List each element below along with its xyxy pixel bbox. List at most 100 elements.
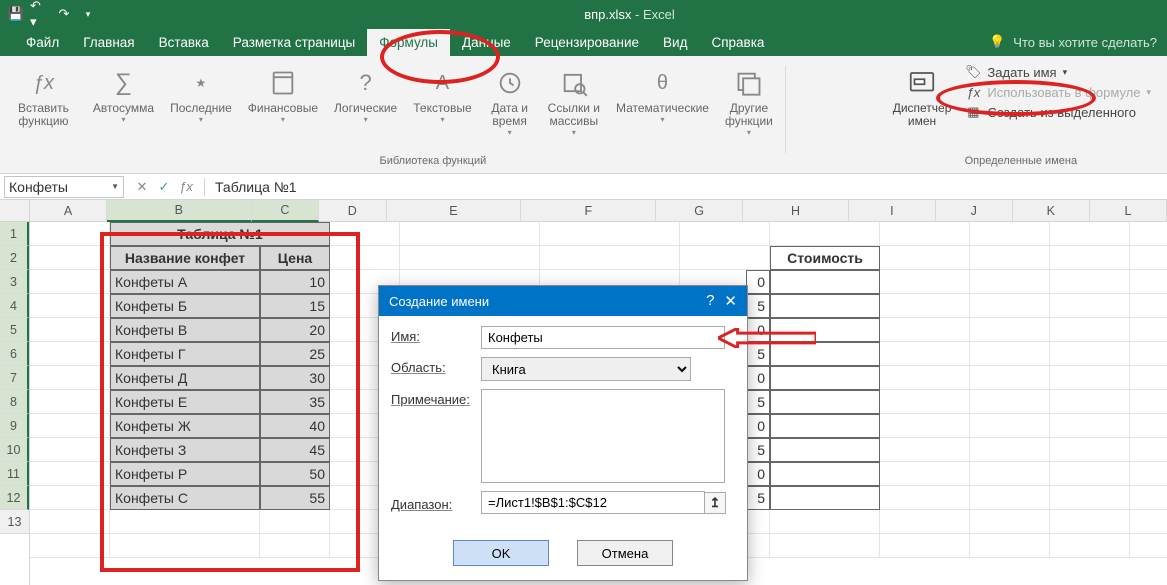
- row-header-2[interactable]: 2: [0, 246, 29, 270]
- define-name-button[interactable]: 🏷 Задать имя ▾: [965, 64, 1151, 80]
- cell-A6[interactable]: [30, 342, 110, 366]
- cell-K5[interactable]: [1050, 318, 1130, 342]
- cell-B12[interactable]: Конфеты С: [110, 486, 260, 510]
- cancel-icon[interactable]: ✕: [134, 179, 150, 195]
- cell-D2[interactable]: [330, 246, 400, 270]
- dialog-titlebar[interactable]: Создание имени ? ✕: [379, 286, 747, 316]
- cell-B5[interactable]: Конфеты В: [110, 318, 260, 342]
- cell-B9[interactable]: Конфеты Ж: [110, 414, 260, 438]
- cell-J12[interactable]: [970, 486, 1050, 510]
- lookup-button[interactable]: Ссылки имассивы▾: [540, 62, 608, 139]
- cell-I11[interactable]: [880, 462, 970, 486]
- ok-button[interactable]: OK: [453, 540, 549, 566]
- cell-J3[interactable]: [970, 270, 1050, 294]
- row-header-7[interactable]: 7: [0, 366, 29, 390]
- chevron-down-icon[interactable]: ▼: [111, 182, 119, 191]
- cell-C13[interactable]: [260, 510, 330, 534]
- tab-file[interactable]: Файл: [14, 29, 71, 56]
- cell-A14[interactable]: [30, 534, 110, 558]
- cell-I7[interactable]: [880, 366, 970, 390]
- cell-K13[interactable]: [1050, 510, 1130, 534]
- col-header-E[interactable]: E: [387, 200, 522, 222]
- cell-J5[interactable]: [970, 318, 1050, 342]
- cell-L5[interactable]: [1130, 318, 1167, 342]
- tab-data[interactable]: Данные: [450, 29, 523, 56]
- cell-B4[interactable]: Конфеты Б: [110, 294, 260, 318]
- cell-A5[interactable]: [30, 318, 110, 342]
- tab-review[interactable]: Рецензирование: [523, 29, 651, 56]
- cell-A7[interactable]: [30, 366, 110, 390]
- cell-K12[interactable]: [1050, 486, 1130, 510]
- col-header-K[interactable]: K: [1013, 200, 1090, 222]
- col-header-J[interactable]: J: [936, 200, 1013, 222]
- formula-input[interactable]: Таблица №1: [209, 177, 1167, 197]
- logical-button[interactable]: ? Логические▾: [326, 62, 405, 139]
- cell-L1[interactable]: [1130, 222, 1167, 246]
- cell-I3[interactable]: [880, 270, 970, 294]
- cell-K8[interactable]: [1050, 390, 1130, 414]
- cell-A4[interactable]: [30, 294, 110, 318]
- cell-I12[interactable]: [880, 486, 970, 510]
- cell-H13[interactable]: [770, 510, 880, 534]
- save-icon[interactable]: 💾: [6, 4, 26, 24]
- row-header-11[interactable]: 11: [0, 462, 29, 486]
- cell-A8[interactable]: [30, 390, 110, 414]
- row-header-8[interactable]: 8: [0, 390, 29, 414]
- select-all-corner[interactable]: [0, 200, 30, 222]
- cell-H5[interactable]: [770, 318, 880, 342]
- cell-K2[interactable]: [1050, 246, 1130, 270]
- cell-L11[interactable]: [1130, 462, 1167, 486]
- cell-K10[interactable]: [1050, 438, 1130, 462]
- range-picker-button[interactable]: ↥: [704, 492, 726, 514]
- cell-K9[interactable]: [1050, 414, 1130, 438]
- cell-B2[interactable]: Название конфет: [110, 246, 260, 270]
- cell-G7[interactable]: 0: [746, 366, 770, 390]
- row-header-9[interactable]: 9: [0, 414, 29, 438]
- row-header-12[interactable]: 12: [0, 486, 29, 510]
- col-header-D[interactable]: D: [319, 200, 386, 222]
- more-functions-button[interactable]: Другиефункции▾: [717, 62, 781, 139]
- financial-button[interactable]: Финансовые▾: [240, 62, 326, 139]
- cell-I6[interactable]: [880, 342, 970, 366]
- cell-G5[interactable]: 0: [746, 318, 770, 342]
- cell-L2[interactable]: [1130, 246, 1167, 270]
- cell-I5[interactable]: [880, 318, 970, 342]
- row-header-6[interactable]: 6: [0, 342, 29, 366]
- cell-H8[interactable]: [770, 390, 880, 414]
- cell-L7[interactable]: [1130, 366, 1167, 390]
- cell-J1[interactable]: [970, 222, 1050, 246]
- cell-C12[interactable]: 55: [260, 486, 330, 510]
- cell-B11[interactable]: Конфеты Р: [110, 462, 260, 486]
- cell-G3[interactable]: 0: [746, 270, 770, 294]
- cell-H12[interactable]: [770, 486, 880, 510]
- cell-L10[interactable]: [1130, 438, 1167, 462]
- cell-C4[interactable]: 15: [260, 294, 330, 318]
- row-header-4[interactable]: 4: [0, 294, 29, 318]
- cell-L13[interactable]: [1130, 510, 1167, 534]
- cell-J2[interactable]: [970, 246, 1050, 270]
- cell-C10[interactable]: 45: [260, 438, 330, 462]
- cell-D1[interactable]: [330, 222, 400, 246]
- cell-A13[interactable]: [30, 510, 110, 534]
- insert-function-button[interactable]: ƒx Вставитьфункцию: [10, 62, 77, 130]
- cell-G6[interactable]: 5: [746, 342, 770, 366]
- cell-B6[interactable]: Конфеты Г: [110, 342, 260, 366]
- enter-icon[interactable]: ✓: [156, 179, 172, 195]
- cell-H11[interactable]: [770, 462, 880, 486]
- tab-home[interactable]: Главная: [71, 29, 146, 56]
- cell-H10[interactable]: [770, 438, 880, 462]
- cell-G10[interactable]: 5: [746, 438, 770, 462]
- row-header-1[interactable]: 1: [0, 222, 29, 246]
- cell-J7[interactable]: [970, 366, 1050, 390]
- row-header-3[interactable]: 3: [0, 270, 29, 294]
- cell-H9[interactable]: [770, 414, 880, 438]
- close-icon[interactable]: ✕: [724, 292, 737, 310]
- cell-C5[interactable]: 20: [260, 318, 330, 342]
- cell-K7[interactable]: [1050, 366, 1130, 390]
- row-header-10[interactable]: 10: [0, 438, 29, 462]
- col-header-C[interactable]: C: [252, 200, 319, 222]
- cell-I9[interactable]: [880, 414, 970, 438]
- cell-H4[interactable]: [770, 294, 880, 318]
- cell-J9[interactable]: [970, 414, 1050, 438]
- cell-J10[interactable]: [970, 438, 1050, 462]
